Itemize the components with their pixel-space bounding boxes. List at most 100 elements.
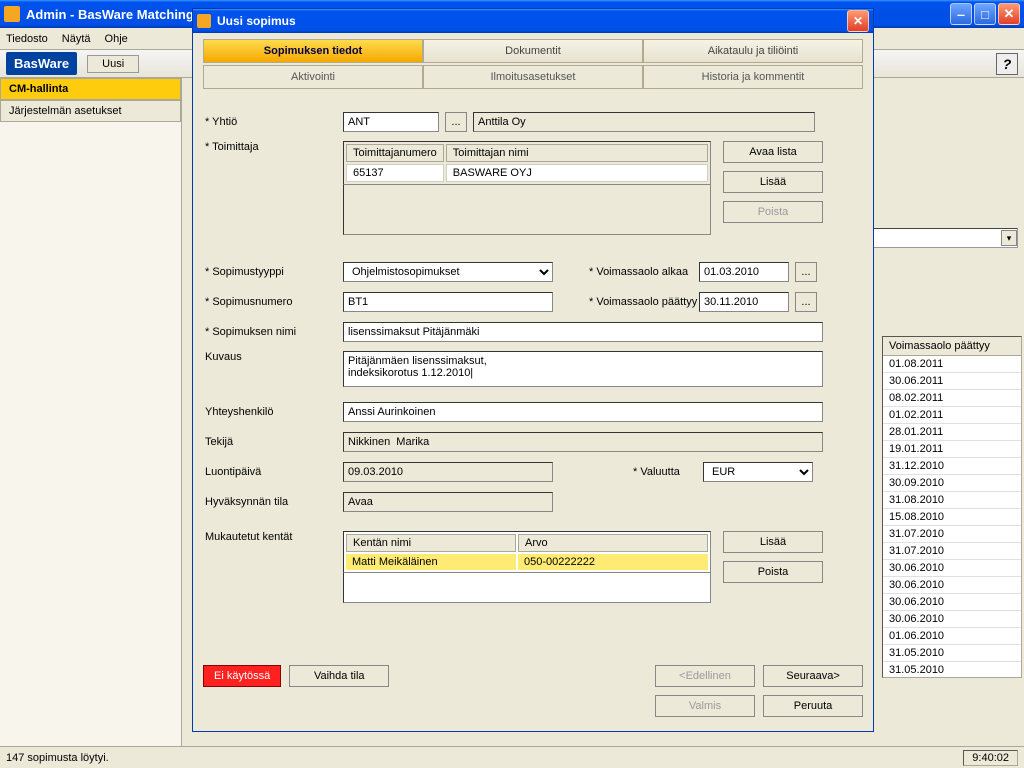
validity-list-row[interactable]: 31.07.2010 (883, 526, 1021, 543)
description-textarea[interactable] (343, 351, 823, 387)
label-author: Tekijä (203, 436, 343, 448)
valid-to-picker-button[interactable]: ... (795, 292, 817, 312)
validity-list-header[interactable]: Voimassaolo päättyy (883, 337, 1021, 356)
validity-list-row[interactable]: 30.06.2010 (883, 577, 1021, 594)
validity-list-row[interactable]: 30.06.2011 (883, 373, 1021, 390)
status-text: 147 sopimusta löytyi. (6, 752, 109, 764)
sidebar-item-settings[interactable]: Järjestelmän asetukset (0, 100, 181, 122)
statusbar: 147 sopimusta löytyi. 9:40:02 (0, 746, 1024, 768)
label-supplier: * Toimittaja (203, 141, 343, 153)
valid-from-input[interactable] (699, 262, 789, 282)
main-tabs: Sopimuksen tiedot Dokumentit Aikataulu j… (203, 39, 863, 63)
custom-fields-table: Kentän nimi Arvo Matti Meikäläinen 050-0… (343, 531, 711, 573)
status-time: 9:40:02 (963, 750, 1018, 766)
validity-list-row[interactable]: 31.05.2010 (883, 645, 1021, 662)
label-contract-name: * Sopimuksen nimi (203, 326, 343, 338)
tab-history[interactable]: Historia ja kommentit (643, 65, 863, 89)
done-button[interactable]: Valmis (655, 695, 755, 717)
custom-col-name[interactable]: Kentän nimi (346, 534, 516, 552)
validity-list-row[interactable]: 28.01.2011 (883, 424, 1021, 441)
custom-field-row[interactable]: Matti Meikäläinen 050-00222222 (346, 554, 708, 570)
tab-contract-info[interactable]: Sopimuksen tiedot (203, 39, 423, 63)
help-icon[interactable]: ? (996, 53, 1018, 75)
contract-no-input[interactable] (343, 292, 553, 312)
validity-list: Voimassaolo päättyy 01.08.201130.06.2011… (882, 336, 1022, 678)
tab-notify[interactable]: Ilmoitusasetukset (423, 65, 643, 89)
valid-from-picker-button[interactable]: ... (795, 262, 817, 282)
company-name-display (473, 112, 815, 132)
menu-view[interactable]: Näytä (62, 33, 91, 45)
remove-custom-field-button[interactable]: Poista (723, 561, 823, 583)
validity-list-row[interactable]: 01.06.2010 (883, 628, 1021, 645)
add-supplier-button[interactable]: Lisää (723, 171, 823, 193)
label-contact: Yhteyshenkilö (203, 406, 343, 418)
brand-logo: BasWare (6, 52, 77, 75)
custom-field-name: Matti Meikäläinen (346, 554, 516, 570)
maximize-button[interactable]: □ (974, 3, 996, 25)
validity-list-row[interactable]: 08.02.2011 (883, 390, 1021, 407)
validity-list-row[interactable]: 01.02.2011 (883, 407, 1021, 424)
remove-supplier-button[interactable]: Poista (723, 201, 823, 223)
tab-schedule[interactable]: Aikataulu ja tiliöinti (643, 39, 863, 63)
open-list-button[interactable]: Avaa lista (723, 141, 823, 163)
menu-help[interactable]: Ohje (105, 33, 128, 45)
chevron-down-icon: ▾ (1001, 230, 1017, 246)
supplier-row-number: 65137 (346, 164, 444, 182)
custom-col-value[interactable]: Arvo (518, 534, 708, 552)
validity-list-row[interactable]: 30.06.2010 (883, 594, 1021, 611)
author-display (343, 432, 823, 452)
label-approval: Hyväksynnän tila (203, 496, 343, 508)
validity-list-row[interactable]: 31.05.2010 (883, 662, 1021, 676)
new-contract-dialog: Uusi sopimus ✕ Sopimuksen tiedot Dokumen… (192, 8, 874, 732)
valid-to-input[interactable] (699, 292, 789, 312)
company-code-input[interactable] (343, 112, 439, 132)
next-button[interactable]: Seuraava> (763, 665, 863, 687)
label-currency: * Valuutta (633, 466, 703, 478)
created-display (343, 462, 553, 482)
tab-activation[interactable]: Aktivointi (203, 65, 423, 89)
sidebar: CM-hallinta Järjestelmän asetukset (0, 78, 182, 746)
supplier-col-number[interactable]: Toimittajanumero (346, 144, 444, 162)
label-contract-no: * Sopimusnumero (203, 296, 343, 308)
dialog-title: Uusi sopimus (217, 14, 845, 28)
dialog-close-button[interactable]: ✕ (847, 10, 869, 32)
new-button[interactable]: Uusi (87, 55, 139, 73)
validity-list-row[interactable]: 31.12.2010 (883, 458, 1021, 475)
label-valid-from: * Voimassaolo alkaa (589, 266, 699, 278)
label-valid-to: * Voimassaolo päättyy (589, 296, 699, 308)
minimize-button[interactable]: ‒ (950, 3, 972, 25)
cancel-button[interactable]: Peruuta (763, 695, 863, 717)
validity-list-row[interactable]: 19.01.2011 (883, 441, 1021, 458)
add-custom-field-button[interactable]: Lisää (723, 531, 823, 553)
validity-list-row[interactable]: 31.08.2010 (883, 492, 1021, 509)
label-company: * Yhtiö (203, 116, 343, 128)
contact-input[interactable] (343, 402, 823, 422)
close-button[interactable]: ✕ (998, 3, 1020, 25)
status-chip: Ei käytössä (203, 665, 281, 687)
validity-list-row[interactable]: 01.08.2011 (883, 356, 1021, 373)
validity-list-row[interactable]: 31.07.2010 (883, 543, 1021, 560)
app-icon (4, 6, 20, 22)
supplier-col-name[interactable]: Toimittajan nimi (446, 144, 708, 162)
company-browse-button[interactable]: ... (445, 112, 467, 132)
contract-name-input[interactable] (343, 322, 823, 342)
change-state-button[interactable]: Vaihda tila (289, 665, 389, 687)
supplier-row[interactable]: 65137 BASWARE OYJ (346, 164, 708, 182)
dialog-icon (197, 14, 211, 28)
contract-type-select[interactable]: Ohjelmistosopimukset (343, 262, 553, 282)
validity-list-row[interactable]: 30.06.2010 (883, 560, 1021, 577)
approval-display (343, 492, 553, 512)
validity-list-row[interactable]: 30.06.2010 (883, 611, 1021, 628)
validity-list-row[interactable]: 15.08.2010 (883, 509, 1021, 526)
tab-documents[interactable]: Dokumentit (423, 39, 643, 63)
label-custom-fields: Mukautetut kentät (203, 531, 343, 543)
label-contract-type: * Sopimustyyppi (203, 266, 343, 278)
prev-button[interactable]: <Edellinen (655, 665, 755, 687)
validity-list-body[interactable]: 01.08.201130.06.201108.02.201101.02.2011… (883, 356, 1021, 676)
background-dropdown[interactable]: ▾ (868, 228, 1018, 248)
sidebar-item-cm[interactable]: CM-hallinta (0, 78, 181, 100)
validity-list-row[interactable]: 30.09.2010 (883, 475, 1021, 492)
menu-file[interactable]: Tiedosto (6, 33, 48, 45)
currency-select[interactable]: EUR (703, 462, 813, 482)
supplier-row-name: BASWARE OYJ (446, 164, 708, 182)
